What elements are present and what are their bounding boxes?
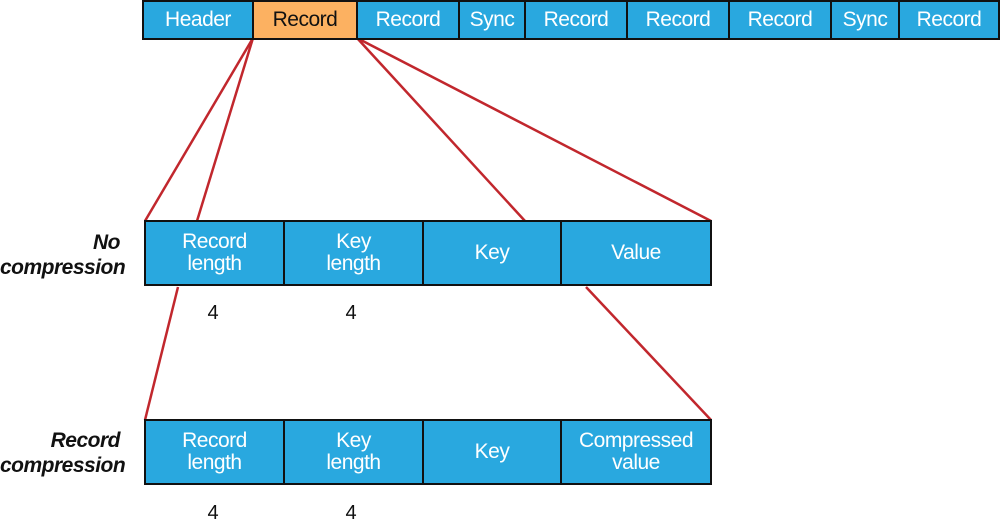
connector-line xyxy=(585,286,712,421)
row-label-record-compression: Record compression xyxy=(0,429,126,478)
file-cell-header: Header xyxy=(144,2,254,38)
file-cell-sync: Sync xyxy=(832,2,900,38)
file-cell-sync: Sync xyxy=(460,2,526,38)
file-layout-bar: Header Record Record Sync Record Record … xyxy=(142,0,1000,40)
file-cell-record: Record xyxy=(628,2,730,38)
field-key: Key xyxy=(424,222,562,284)
size-key-length: 4 xyxy=(345,502,357,524)
file-cell-record: Record xyxy=(730,2,832,38)
field-key-length: Key length xyxy=(285,222,424,284)
size-record-length: 4 xyxy=(207,502,219,524)
record-structure-record-compression: Record length Key length Key Compressed … xyxy=(144,419,712,485)
file-cell-record-highlighted: Record xyxy=(254,2,358,38)
connector-line xyxy=(356,36,712,223)
connector-line xyxy=(195,37,255,222)
record-structure-no-compression: Record length Key length Key Value xyxy=(144,220,712,286)
field-key-length: Key length xyxy=(285,421,424,483)
size-key-length: 4 xyxy=(345,302,357,324)
field-record-length: Record length xyxy=(146,222,285,284)
row-label-no-compression: No compression xyxy=(0,231,126,280)
size-record-length: 4 xyxy=(207,302,219,324)
connector-line xyxy=(356,37,526,222)
file-cell-record: Record xyxy=(526,2,628,38)
file-cell-record: Record xyxy=(900,2,998,38)
field-key: Key xyxy=(424,421,562,483)
connector-line xyxy=(143,37,255,222)
connector-line xyxy=(143,286,180,421)
file-cell-record: Record xyxy=(358,2,460,38)
field-record-length: Record length xyxy=(146,421,285,483)
field-compressed-value: Compressed value xyxy=(562,421,710,483)
field-value: Value xyxy=(562,222,710,284)
